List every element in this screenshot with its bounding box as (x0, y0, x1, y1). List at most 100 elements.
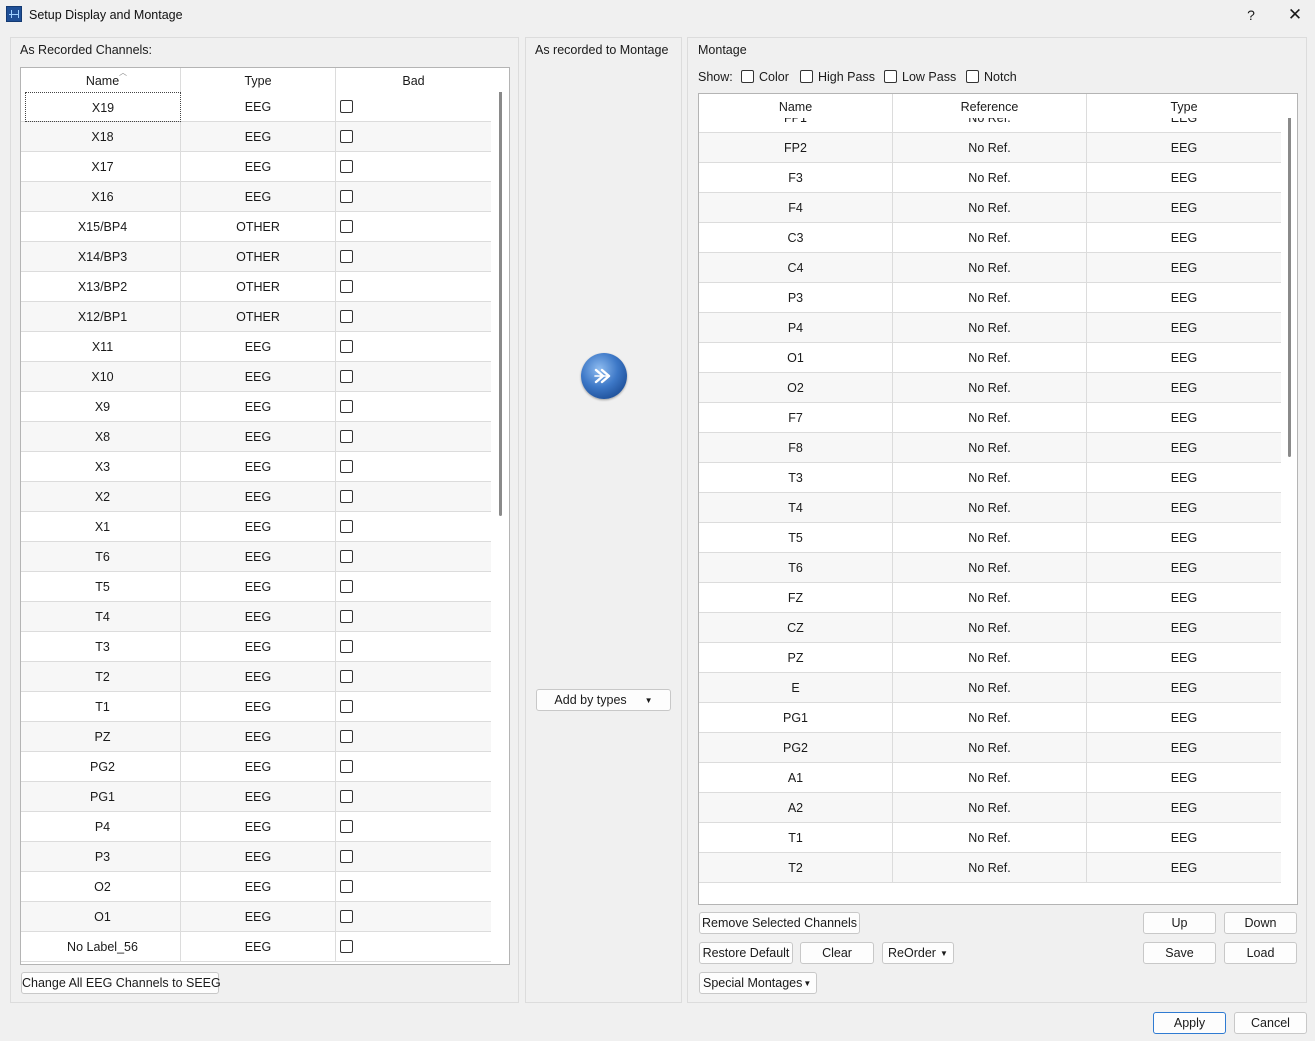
montage-reference-cell[interactable]: No Ref. (893, 373, 1087, 403)
bad-checkbox[interactable] (340, 250, 353, 263)
bad-checkbox[interactable] (340, 100, 353, 113)
bad-checkbox[interactable] (340, 850, 353, 863)
montage-type-cell[interactable]: EEG (1087, 523, 1281, 553)
channel-name-cell[interactable]: X2 (25, 482, 181, 512)
montage-type-cell[interactable]: EEG (1087, 133, 1281, 163)
montage-type-cell[interactable]: EEG (1087, 703, 1281, 733)
channel-type-cell[interactable]: EEG (181, 662, 336, 692)
montage-reference-cell[interactable]: No Ref. (893, 133, 1087, 163)
channel-name-cell[interactable]: X14/BP3 (25, 242, 181, 272)
channel-name-cell[interactable]: X10 (25, 362, 181, 392)
channel-type-cell[interactable]: EEG (181, 842, 336, 872)
montage-name-cell[interactable]: PZ (699, 643, 893, 673)
table-row[interactable]: PG1 EEG (21, 782, 491, 812)
channel-name-cell[interactable]: O1 (25, 902, 181, 932)
montage-name-cell[interactable]: A1 (699, 763, 893, 793)
montage-reference-cell[interactable]: No Ref. (893, 733, 1087, 763)
channel-type-cell[interactable]: EEG (181, 542, 336, 572)
montage-type-cell[interactable]: EEG (1087, 853, 1281, 883)
montage-row[interactable]: A2 No Ref. EEG (699, 793, 1281, 823)
bad-checkbox[interactable] (340, 460, 353, 473)
montage-row[interactable]: F7 No Ref. EEG (699, 403, 1281, 433)
change-eeg-to-seeg-button[interactable]: Change All EEG Channels to SEEG (21, 972, 221, 994)
montage-type-cell[interactable]: EEG (1087, 373, 1281, 403)
channel-name-cell[interactable]: X17 (25, 152, 181, 182)
table-row[interactable]: X11 EEG (21, 332, 491, 362)
table-row[interactable]: T4 EEG (21, 602, 491, 632)
montage-name-cell[interactable]: PG2 (699, 733, 893, 763)
montage-row[interactable]: F4 No Ref. EEG (699, 193, 1281, 223)
up-button[interactable]: Up (1143, 912, 1216, 934)
montage-reference-cell[interactable]: No Ref. (893, 343, 1087, 373)
channel-type-cell[interactable]: EEG (181, 122, 336, 152)
montage-row[interactable]: P4 No Ref. EEG (699, 313, 1281, 343)
bad-checkbox[interactable] (340, 880, 353, 893)
montage-type-cell[interactable]: EEG (1087, 403, 1281, 433)
help-icon[interactable]: ? (1240, 4, 1262, 26)
bad-checkbox[interactable] (340, 220, 353, 233)
show-lowpass-checkbox[interactable]: Low Pass (884, 70, 956, 84)
special-montages-dropdown[interactable]: Special Montages▼ (699, 972, 817, 994)
channel-type-cell[interactable]: EEG (181, 752, 336, 782)
montage-name-cell[interactable]: F3 (699, 163, 893, 193)
montage-row[interactable]: FZ No Ref. EEG (699, 583, 1281, 613)
montage-name-cell[interactable]: FZ (699, 583, 893, 613)
montage-name-cell[interactable]: CZ (699, 613, 893, 643)
montage-type-cell[interactable]: EEG (1087, 253, 1281, 283)
channel-type-cell[interactable]: EEG (181, 602, 336, 632)
save-button[interactable]: Save (1143, 942, 1216, 964)
table-row[interactable]: X19 EEG (21, 92, 491, 122)
montage-row[interactable]: T5 No Ref. EEG (699, 523, 1281, 553)
montage-row[interactable]: P3 No Ref. EEG (699, 283, 1281, 313)
bad-checkbox[interactable] (340, 190, 353, 203)
montage-reference-cell[interactable]: No Ref. (893, 793, 1087, 823)
table-row[interactable]: X14/BP3 OTHER (21, 242, 491, 272)
table-row[interactable]: X16 EEG (21, 182, 491, 212)
channel-name-cell[interactable]: T6 (25, 542, 181, 572)
montage-row[interactable]: T3 No Ref. EEG (699, 463, 1281, 493)
montage-reference-cell[interactable]: No Ref. (893, 823, 1087, 853)
bad-checkbox[interactable] (340, 520, 353, 533)
montage-reference-cell[interactable]: No Ref. (893, 763, 1087, 793)
channel-name-cell[interactable]: No Label_56 (25, 932, 181, 962)
checkbox[interactable] (884, 70, 897, 83)
montage-name-cell[interactable]: P4 (699, 313, 893, 343)
montage-row[interactable]: FP2 No Ref. EEG (699, 133, 1281, 163)
montage-reference-cell[interactable]: No Ref. (893, 493, 1087, 523)
montage-reference-cell[interactable]: No Ref. (893, 523, 1087, 553)
channel-name-cell[interactable]: X19 (25, 92, 181, 122)
bad-checkbox[interactable] (340, 760, 353, 773)
channel-type-cell[interactable]: EEG (181, 332, 336, 362)
channel-type-cell[interactable]: OTHER (181, 242, 336, 272)
montage-name-cell[interactable]: T1 (699, 823, 893, 853)
montage-type-cell[interactable]: EEG (1087, 493, 1281, 523)
montage-name-cell[interactable]: C4 (699, 253, 893, 283)
bad-checkbox[interactable] (340, 490, 353, 503)
montage-name-cell[interactable]: FP2 (699, 133, 893, 163)
montage-row[interactable]: A1 No Ref. EEG (699, 763, 1281, 793)
montage-type-cell[interactable]: EEG (1087, 733, 1281, 763)
column-header-bad[interactable]: Bad (336, 68, 491, 92)
table-row[interactable]: X2 EEG (21, 482, 491, 512)
montage-type-cell[interactable]: EEG (1087, 223, 1281, 253)
montage-reference-cell[interactable]: No Ref. (893, 433, 1087, 463)
bad-checkbox[interactable] (340, 310, 353, 323)
reorder-dropdown[interactable]: ReOrder ▼ (882, 942, 954, 964)
montage-type-cell[interactable]: EEG (1087, 163, 1281, 193)
left-scrollbar[interactable] (499, 86, 502, 516)
show-highpass-checkbox[interactable]: High Pass (800, 70, 875, 84)
channel-name-cell[interactable]: X1 (25, 512, 181, 542)
channel-type-cell[interactable]: EEG (181, 452, 336, 482)
table-row[interactable]: P4 EEG (21, 812, 491, 842)
column-header-name[interactable]: Name (699, 94, 893, 118)
montage-reference-cell[interactable]: No Ref. (893, 283, 1087, 313)
montage-type-cell[interactable]: EEG (1087, 793, 1281, 823)
montage-row[interactable]: C4 No Ref. EEG (699, 253, 1281, 283)
montage-name-cell[interactable]: O1 (699, 343, 893, 373)
montage-type-cell[interactable]: EEG (1087, 673, 1281, 703)
montage-row[interactable]: PZ No Ref. EEG (699, 643, 1281, 673)
montage-name-cell[interactable]: T4 (699, 493, 893, 523)
add-to-montage-button[interactable] (581, 353, 627, 399)
bad-checkbox[interactable] (340, 790, 353, 803)
montage-name-cell[interactable]: E (699, 673, 893, 703)
